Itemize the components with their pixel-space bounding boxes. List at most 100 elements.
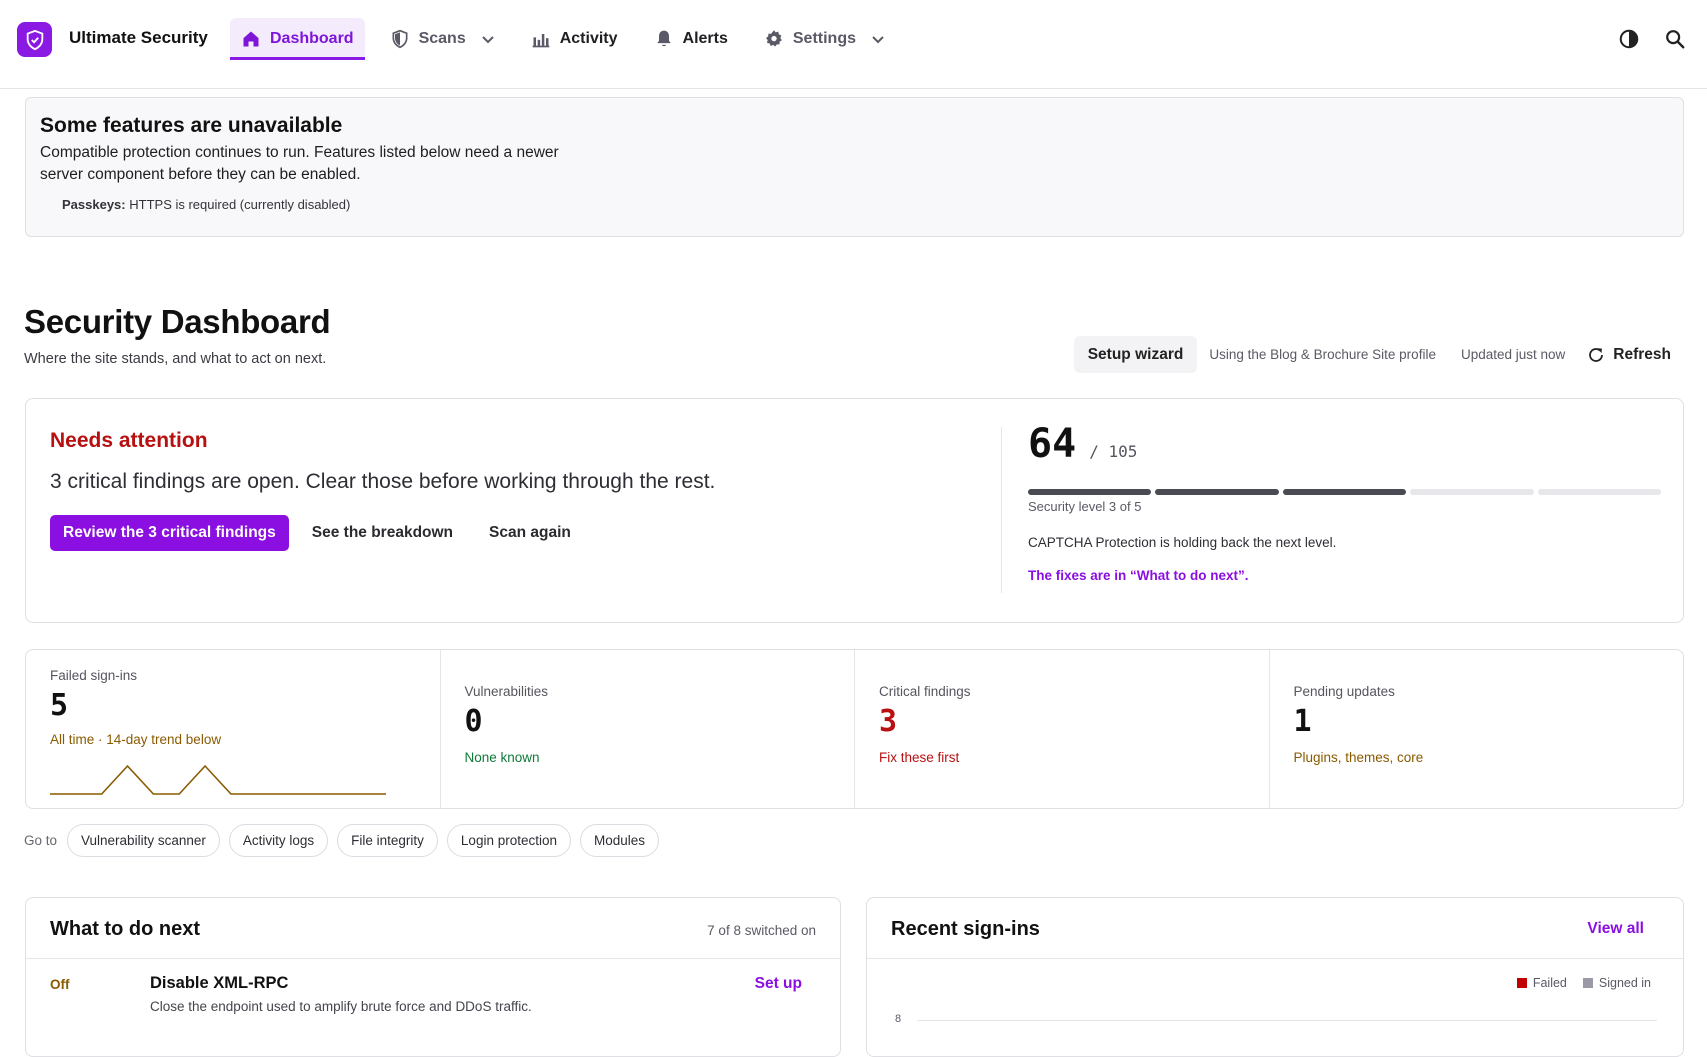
score-max: / 105 [1089,442,1138,461]
stat-failed-signins[interactable]: Failed sign-ins 5 All time · 14-day tren… [26,650,441,808]
stat-note: None known [464,750,540,765]
level-segment [1155,489,1279,495]
page-subtitle: Where the site stands, and what to act o… [24,351,327,367]
nav-scans-label: Scans [418,30,466,47]
level-segment [1028,489,1152,495]
divider [1001,427,1002,593]
refresh-icon [1589,347,1604,362]
page-title: Security Dashboard [24,303,331,340]
stat-vulnerabilities[interactable]: Vulnerabilities 0 None known [441,650,855,808]
y-axis-tick: 8 [895,1013,902,1025]
status-heading: Needs attention [50,429,208,452]
holding-back-text: CAPTCHA Protection is holding back the n… [1028,535,1337,550]
home-icon [243,31,259,47]
stat-value: 1 [1293,704,1312,739]
panel-title: What to do next [50,918,200,940]
nav-alerts[interactable]: Alerts [643,18,739,60]
divider [26,958,840,959]
notice-item-name: Passkeys: [62,197,126,212]
nav-activity[interactable]: Activity [520,18,629,60]
nav-dashboard[interactable]: Dashboard [230,18,365,60]
stat-value: 0 [464,704,483,739]
notice-item-passkeys: Passkeys: HTTPS is required (currently d… [62,197,350,212]
stat-note: All time · 14-day trend below [50,732,222,747]
review-critical-findings-button[interactable]: Review the 3 critical findings [50,515,289,551]
legend-failed-label: Failed [1532,976,1567,990]
stat-value: 3 [879,704,898,739]
failed-signins-trend-sparkline [50,764,386,795]
goto-modules[interactable]: Modules [580,824,660,857]
nav-dashboard-label: Dashboard [270,30,354,47]
goto-vulnerability-scanner[interactable]: Vulnerability scanner [67,824,220,857]
header-actions: Setup wizard Using the Blog & Brochure S… [1073,336,1684,373]
stat-value: 5 [50,688,69,723]
stat-label: Pending updates [1293,684,1395,699]
profile-text: Using the Blog & Brochure Site profile [1209,347,1436,362]
recent-signins-panel: Recent sign-ins View all Failed Signed i… [866,897,1684,1057]
setup-wizard-button[interactable]: Setup wizard [1073,336,1198,373]
nav-settings[interactable]: Settings [753,18,896,60]
stat-critical-findings[interactable]: Critical findings 3 Fix these first [855,650,1270,808]
level-segment [1282,489,1407,495]
chart-legend: Failed Signed in [1516,976,1651,990]
notice-title: Some features are unavailable [40,114,343,137]
status-actions: Review the 3 critical findings See the b… [50,515,584,551]
goto-file-integrity[interactable]: File integrity [337,824,438,857]
level-segment [1410,489,1534,495]
refresh-label: Refresh [1613,345,1671,363]
stats-row: Failed sign-ins 5 All time · 14-day tren… [25,649,1684,809]
main-nav: Dashboard Scans Activity Alerts Settings [230,18,910,60]
stat-note: Plugins, themes, core [1293,750,1424,765]
switched-on-count: 7 of 8 switched on [707,923,816,938]
nav-settings-label: Settings [792,30,856,47]
legend-signed-label: Signed in [1598,976,1651,990]
what-to-do-next-panel: What to do next 7 of 8 switched on Off D… [25,897,841,1057]
updated-text: Updated just now [1460,347,1566,362]
score-value: 64 [1028,421,1077,467]
top-navigation: Ultimate Security Dashboard Scans Activi… [0,0,1707,89]
security-status-card: Needs attention 3 critical findings are … [25,398,1684,623]
fixes-link[interactable]: The fixes are in “What to do next”. [1028,568,1249,583]
set-up-button[interactable]: Set up [755,975,802,993]
view-all-link[interactable]: View all [1587,920,1644,938]
nav-activity-label: Activity [559,30,618,47]
unavailable-features-notice: Some features are unavailable Compatible… [25,97,1684,237]
gridline [917,1020,1657,1021]
level-segment [1537,489,1662,495]
top-actions [1617,27,1687,51]
bell-icon [656,30,671,47]
stat-note: Fix these first [879,750,960,765]
chevron-down-icon [872,36,884,44]
legend-signed-in: Signed in [1582,976,1651,990]
panel-title: Recent sign-ins [891,918,1040,940]
shield-icon [392,29,408,49]
search-icon[interactable] [1663,27,1687,51]
gear-icon [765,30,782,47]
goto-label: Go to [24,833,58,848]
theme-toggle-icon[interactable] [1617,27,1641,51]
goto-bar: Go to Vulnerability scanner Activity log… [24,824,668,857]
notice-item-text: HTTPS is required (currently disabled) [129,197,351,212]
nav-alerts-label: Alerts [682,30,728,47]
todo-item-description: Close the endpoint used to amplify brute… [150,999,532,1014]
security-score: 64 / 105 [1028,421,1137,467]
shield-logo-icon[interactable] [17,22,52,57]
see-breakdown-button[interactable]: See the breakdown [312,524,453,542]
stat-label: Critical findings [879,684,971,699]
security-level-label: Security level 3 of 5 [1028,499,1142,514]
trend-line [50,764,386,795]
bar-chart-icon [532,34,550,48]
status-message: 3 critical findings are open. Clear thos… [50,470,716,493]
goto-activity-logs[interactable]: Activity logs [228,824,329,857]
notice-body: Compatible protection continues to run. … [40,144,559,183]
app-name[interactable]: Ultimate Security [69,28,208,48]
goto-login-protection[interactable]: Login protection [446,824,571,857]
stat-pending-updates[interactable]: Pending updates 1 Plugins, themes, core [1270,650,1684,808]
refresh-button[interactable]: Refresh [1587,346,1684,364]
chevron-down-icon [482,36,494,44]
stat-label: Vulnerabilities [464,684,549,699]
divider [867,958,1683,959]
nav-scans[interactable]: Scans [379,18,506,60]
scan-again-button[interactable]: Scan again [489,524,571,542]
security-level-bar [1028,489,1662,495]
